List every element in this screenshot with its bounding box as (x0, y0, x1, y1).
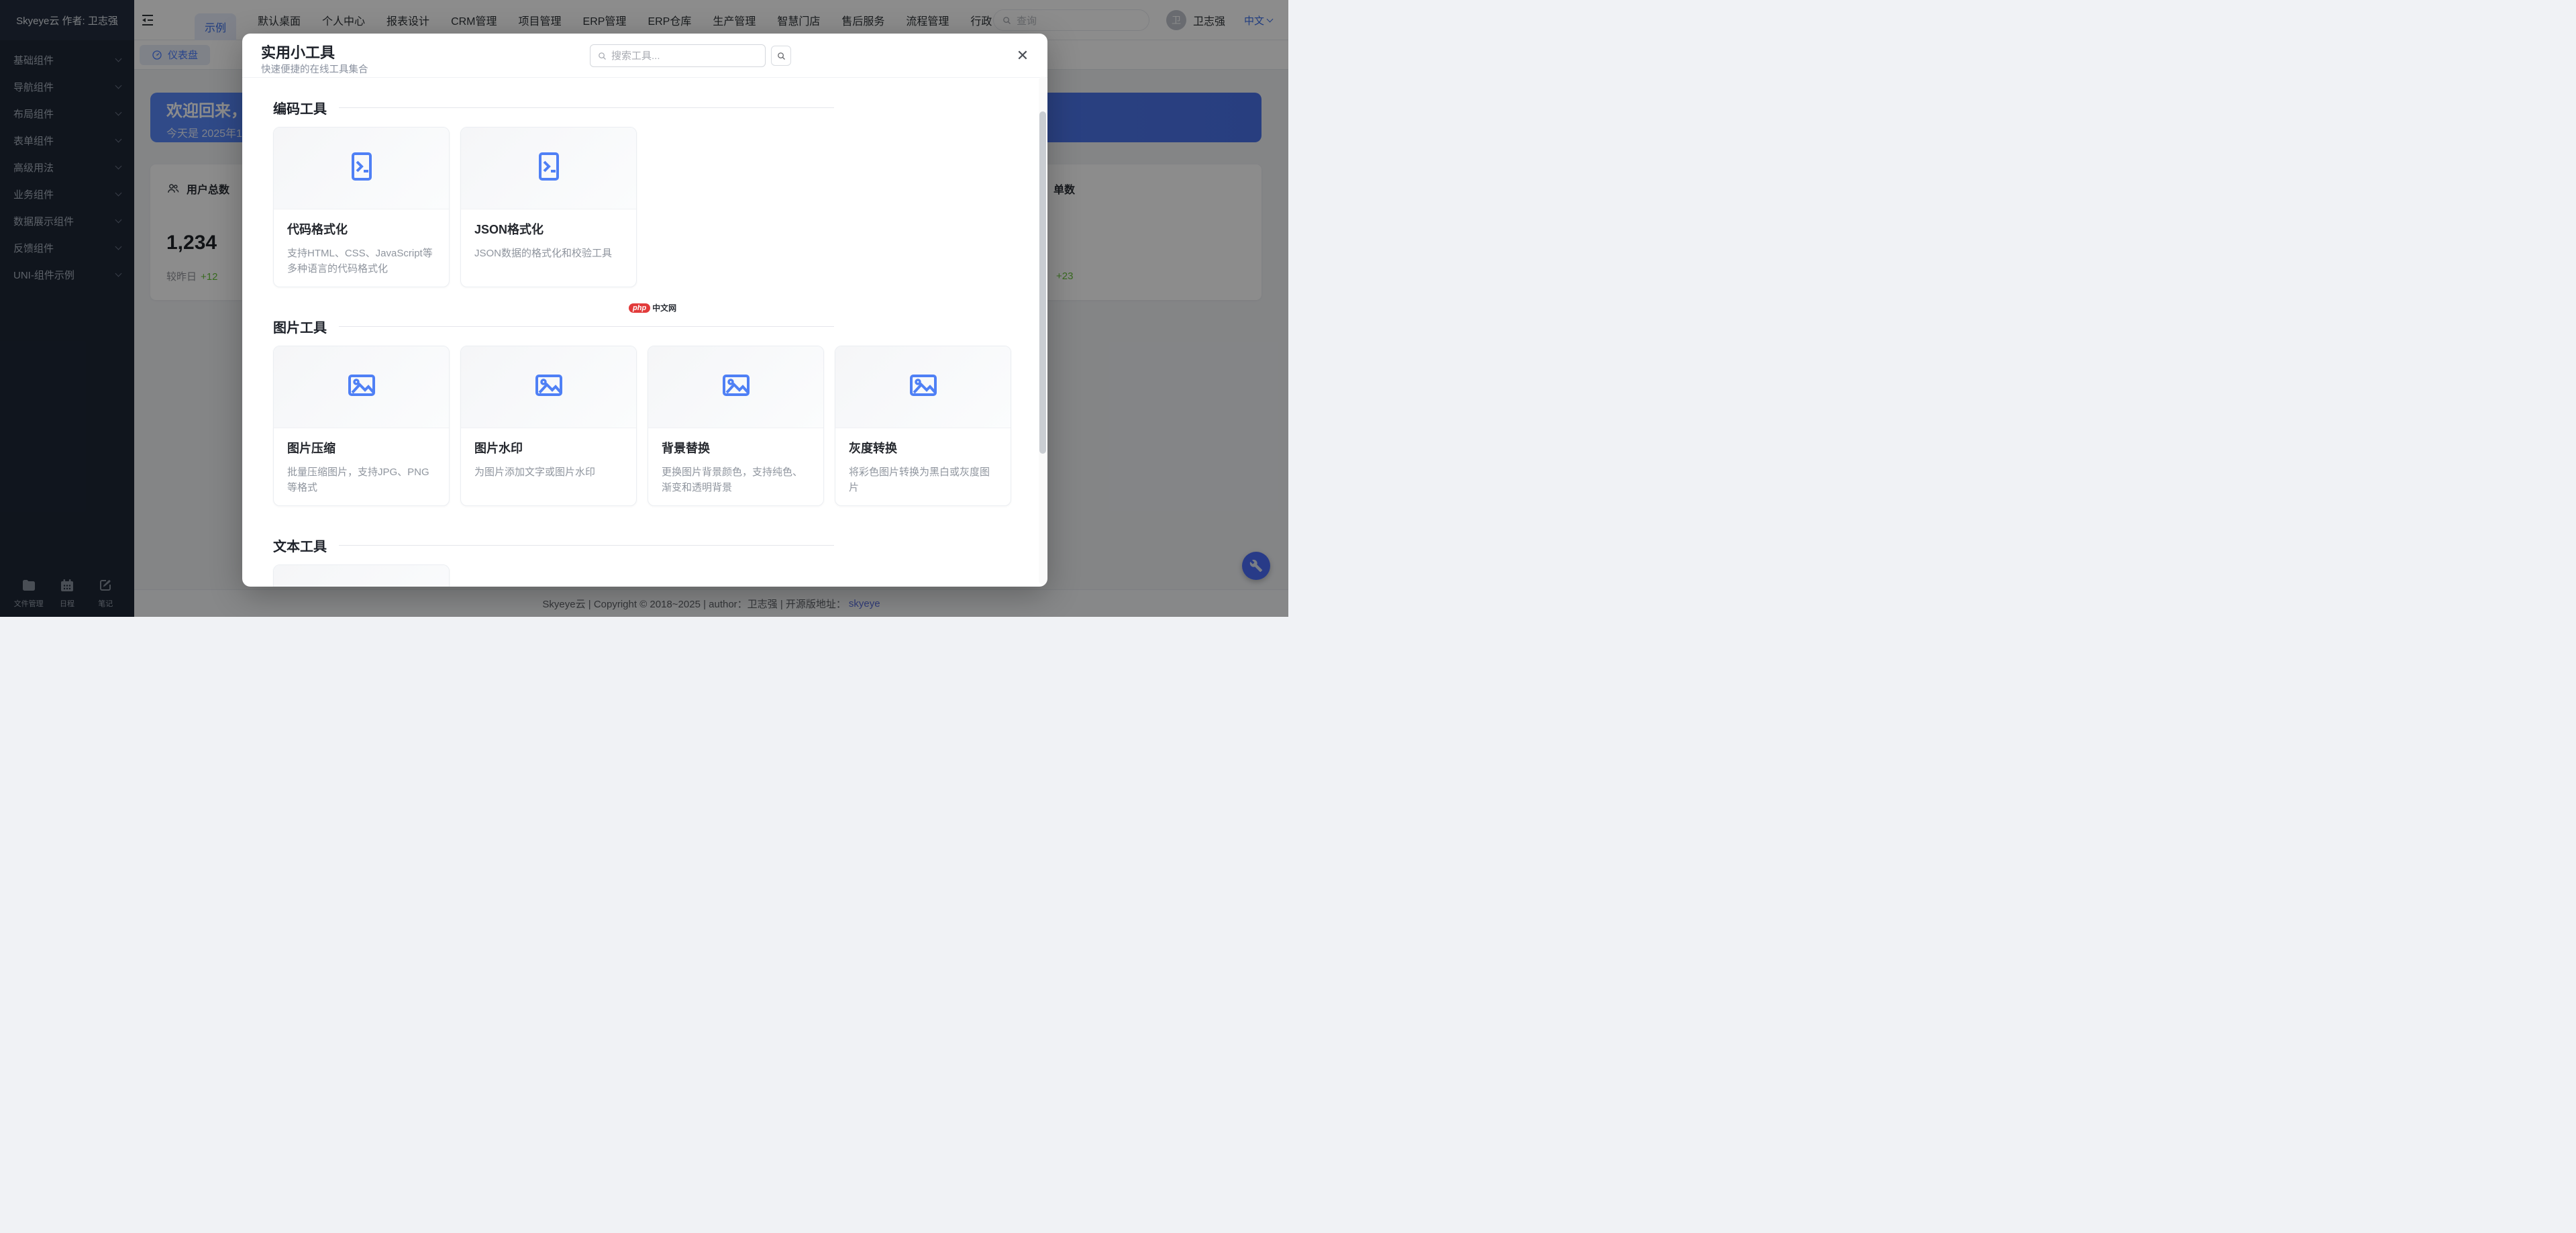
tool-desc: JSON数据的格式化和校验工具 (474, 246, 623, 262)
tool-section-文本工具: 文本工具 (273, 536, 1011, 587)
tool-name: 背景替换 (662, 439, 810, 456)
tool-card-代码格式化[interactable]: 代码格式化支持HTML、CSS、JavaScript等多种语言的代码格式化 (273, 127, 450, 287)
tools-modal: 实用小工具 快速便捷的在线工具集合 ✕ 编码工具代码格式化支持HTML、CSS、… (242, 34, 1047, 587)
tool-name: JSON格式化 (474, 220, 623, 238)
section-divider (339, 545, 834, 546)
terminal-icon (533, 150, 565, 186)
search-icon (776, 51, 786, 61)
tool-desc: 更换图片背景颜色，支持纯色、渐变和透明背景 (662, 465, 810, 495)
tool-desc: 将彩色图片转换为黑白或灰度图片 (849, 465, 997, 495)
tool-card-JSON格式化[interactable]: JSON格式化 JSON数据的格式化和校验工具 (460, 127, 637, 287)
modal-subtitle: 快速便捷的在线工具集合 (261, 62, 368, 76)
app-root: Skyeye云 作者: 卫志强 基础组件导航组件布局组件表单组件高级用法业务组件… (0, 0, 1288, 617)
php-badge-icon: php (629, 303, 650, 313)
section-title: 图片工具 (273, 317, 327, 336)
tool-grid (273, 564, 1011, 587)
modal-close-button[interactable]: ✕ (1014, 47, 1031, 64)
tool-name: 代码格式化 (287, 220, 435, 238)
tool-desc: 为图片添加文字或图片水印 (474, 465, 623, 481)
modal-body: 编码工具代码格式化支持HTML、CSS、JavaScript等多种语言的代码格式… (242, 78, 1038, 587)
tool-name: 灰度转换 (849, 439, 997, 456)
image-icon (533, 369, 565, 405)
tool-card-灰度转换[interactable]: 灰度转换将彩色图片转换为黑白或灰度图片 (835, 346, 1011, 506)
tool-section-图片工具: 图片工具图片压缩批量压缩图片，支持JPG、PNG等格式图片水印为图片添加文字或图… (273, 317, 1011, 506)
section-title: 编码工具 (273, 98, 327, 117)
modal-scrollbar (1039, 77, 1047, 585)
tool-desc: 支持HTML、CSS、JavaScript等多种语言的代码格式化 (287, 246, 435, 277)
search-icon (597, 51, 607, 61)
tool-search-box (590, 44, 766, 67)
tool-card-图片压缩[interactable]: 图片压缩批量压缩图片，支持JPG、PNG等格式 (273, 346, 450, 506)
tool-grid: 图片压缩批量压缩图片，支持JPG、PNG等格式图片水印为图片添加文字或图片水印背… (273, 346, 1011, 506)
section-divider (339, 326, 834, 327)
modal-scrollbar-thumb[interactable] (1039, 111, 1046, 454)
tool-desc: 批量压缩图片，支持JPG、PNG等格式 (287, 465, 435, 495)
tool-section-编码工具: 编码工具代码格式化支持HTML、CSS、JavaScript等多种语言的代码格式… (273, 98, 1011, 287)
section-divider (339, 107, 834, 108)
tool-name: 图片压缩 (287, 439, 435, 456)
php-watermark: php 中文网 (629, 302, 676, 313)
tool-search-input[interactable] (611, 50, 758, 62)
tool-card-背景替换[interactable]: 背景替换更换图片背景颜色，支持纯色、渐变和透明背景 (648, 346, 824, 506)
image-icon (907, 369, 939, 405)
watermark-site-label: 中文网 (652, 302, 676, 313)
modal-header: 实用小工具 快速便捷的在线工具集合 ✕ (242, 34, 1047, 78)
tool-card-partial[interactable] (273, 564, 450, 587)
section-title: 文本工具 (273, 536, 327, 555)
terminal-icon (346, 150, 378, 186)
tool-name: 图片水印 (474, 439, 623, 456)
tool-grid: 代码格式化支持HTML、CSS、JavaScript等多种语言的代码格式化JSO… (273, 127, 1011, 287)
modal-title: 实用小工具 (261, 41, 335, 62)
image-icon (720, 369, 752, 405)
image-icon (346, 369, 378, 405)
tool-search-button[interactable] (771, 46, 791, 66)
tool-card-图片水印[interactable]: 图片水印为图片添加文字或图片水印 (460, 346, 637, 506)
